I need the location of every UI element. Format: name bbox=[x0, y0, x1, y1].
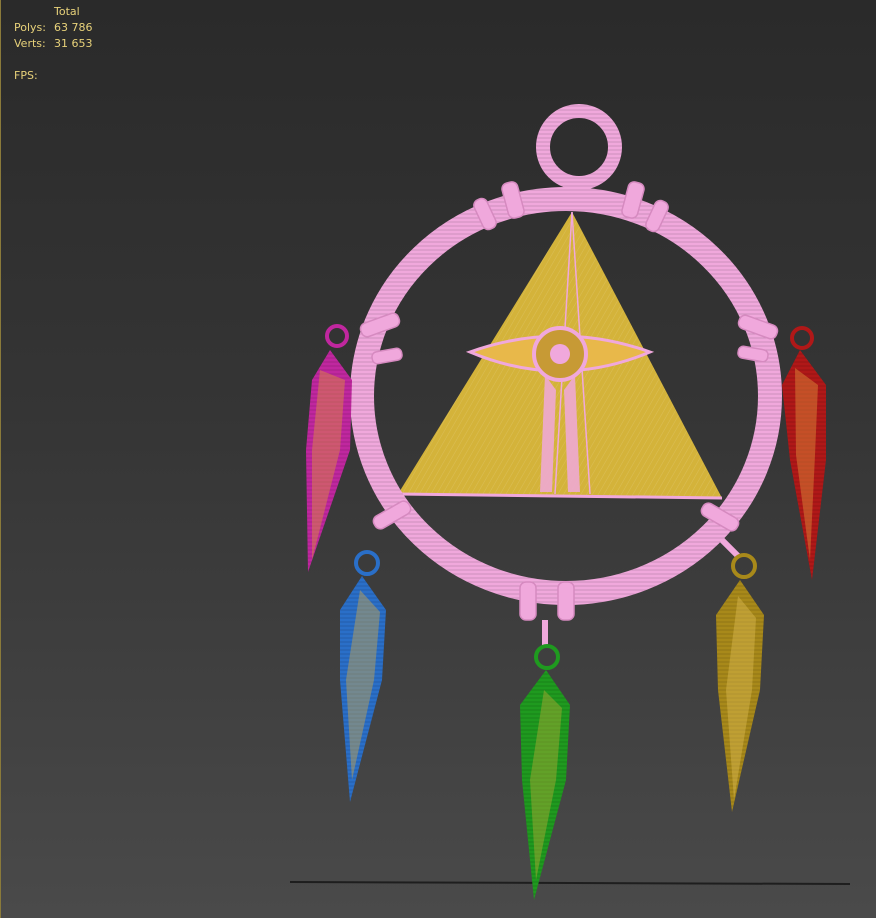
ground-line bbox=[289, 881, 851, 885]
gold-crystal-pendant[interactable] bbox=[716, 537, 764, 812]
red-crystal-pendant[interactable] bbox=[782, 326, 826, 580]
3d-viewport[interactable]: Total Polys: 63 786 Verts: 31 653 FPS: bbox=[0, 0, 876, 918]
blue-crystal-pendant[interactable] bbox=[340, 550, 386, 802]
bail-ring[interactable] bbox=[536, 104, 622, 190]
pendant-model[interactable] bbox=[0, 0, 876, 918]
eye-triangle[interactable] bbox=[397, 211, 723, 500]
magenta-crystal-pendant[interactable] bbox=[306, 324, 352, 572]
green-crystal-pendant[interactable] bbox=[520, 620, 570, 900]
